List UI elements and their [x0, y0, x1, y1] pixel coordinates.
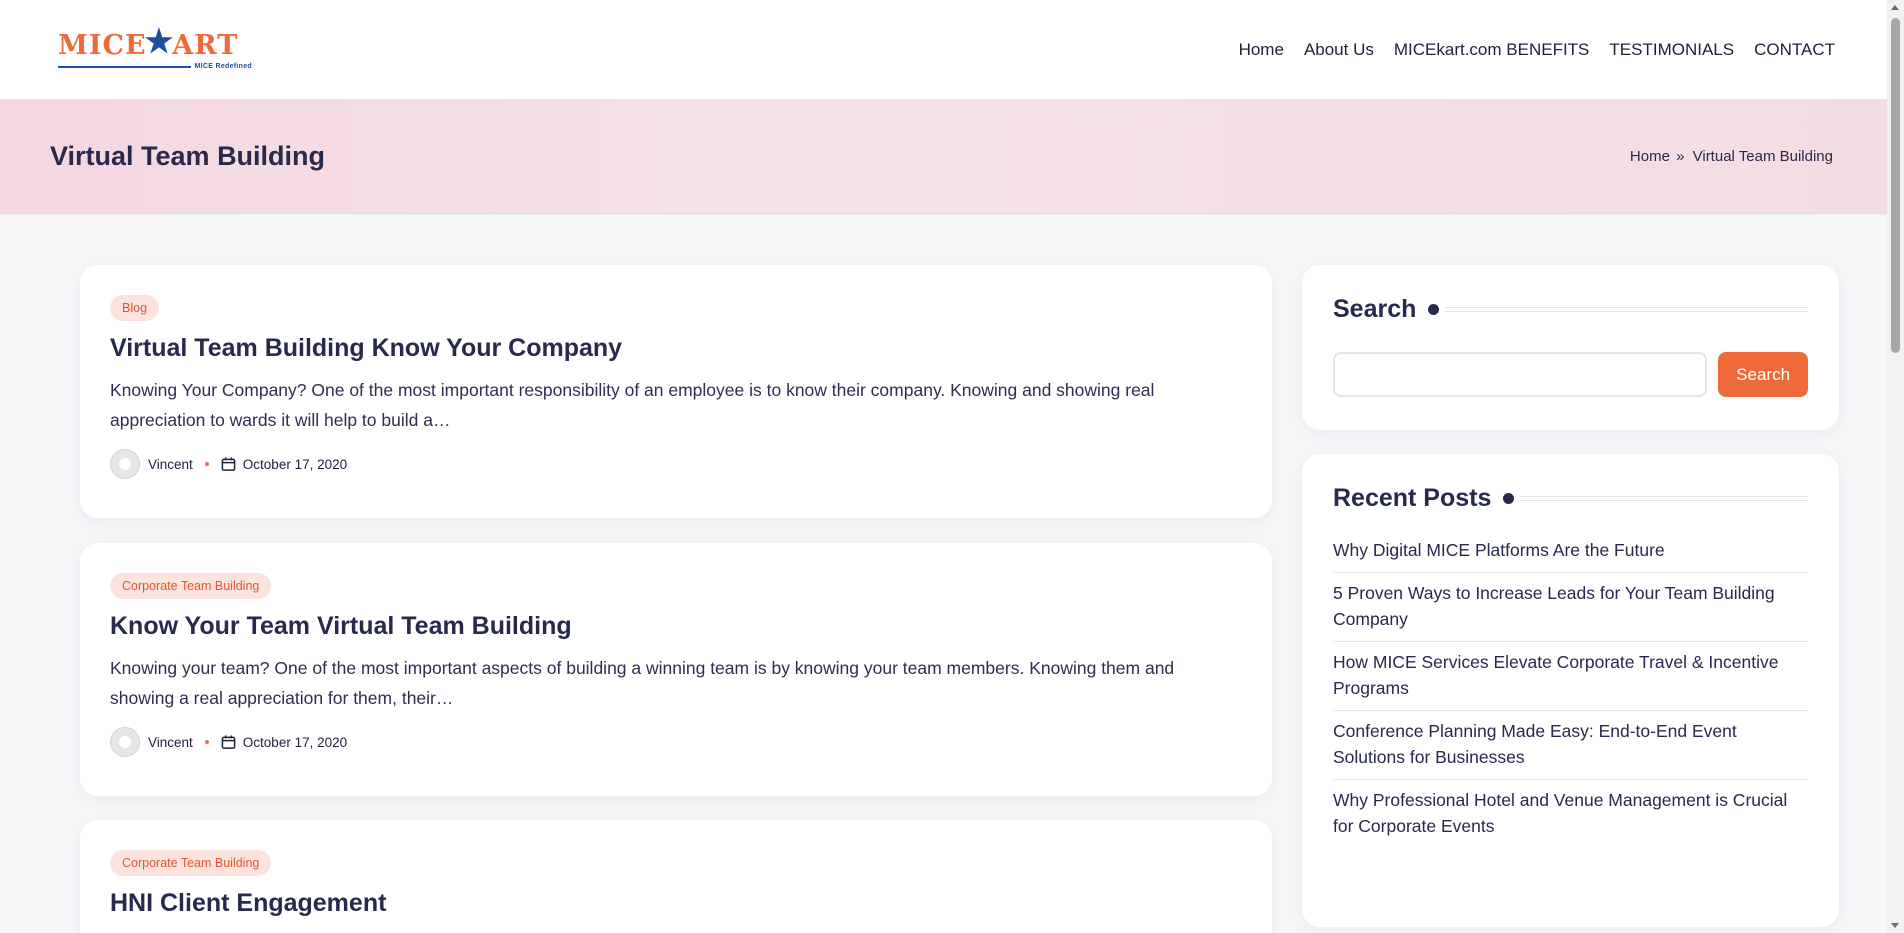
recent-post-link[interactable]: How MICE Services Elevate Corporate Trav…: [1333, 642, 1808, 710]
post-excerpt: Knowing Your Company? One of the most im…: [110, 380, 1155, 430]
list-item: 5 Proven Ways to Increase Leads for Your…: [1333, 573, 1808, 642]
logo-figure-icon: ★: [144, 22, 175, 60]
widget-title-row: Recent Posts: [1333, 484, 1808, 513]
recent-post-link[interactable]: Conference Planning Made Easy: End-to-En…: [1333, 711, 1808, 779]
nav-contact[interactable]: CONTACT: [1754, 40, 1835, 60]
post-author[interactable]: Vincent: [148, 735, 193, 750]
author-avatar: [110, 449, 140, 479]
page-scrollbar[interactable]: [1887, 0, 1904, 933]
scroll-up-icon[interactable]: [1891, 5, 1899, 10]
page-banner: Virtual Team Building Home » Virtual Tea…: [0, 99, 1887, 214]
logo-text-right: ART: [172, 29, 239, 61]
breadcrumb-current: Virtual Team Building: [1692, 147, 1833, 165]
widget-title: Recent Posts: [1333, 484, 1492, 512]
post-category-badge[interactable]: Corporate Team Building: [110, 850, 272, 876]
search-form: Search: [1333, 352, 1808, 397]
title-dot: [1428, 304, 1440, 315]
list-item: Why Professional Hotel and Venue Managem…: [1333, 780, 1808, 848]
title-divider: [1445, 307, 1808, 312]
meta-separator-dot: [204, 462, 209, 466]
nav-benefits[interactable]: MICEkart.com BENEFITS: [1394, 40, 1590, 60]
list-item: Conference Planning Made Easy: End-to-En…: [1333, 711, 1808, 780]
search-button[interactable]: Search: [1718, 352, 1808, 397]
post-title[interactable]: Know Your Team Virtual Team Building: [110, 611, 1242, 641]
meta-separator-dot: [204, 740, 209, 744]
list-item: Why Digital MICE Platforms Are the Futur…: [1333, 537, 1808, 573]
recent-post-link[interactable]: Why Professional Hotel and Venue Managem…: [1333, 780, 1808, 848]
post-title[interactable]: HNI Client Engagement: [110, 888, 1242, 918]
main-nav: Home About Us MICEkart.com BENEFITS TEST…: [1219, 40, 1835, 60]
title-divider: [1520, 496, 1808, 501]
post-card: Corporate Team Building Know Your Team V…: [80, 543, 1272, 796]
logo-tagline: MICE Redefined: [194, 63, 252, 70]
post-category-badge[interactable]: Blog: [110, 295, 160, 321]
nav-home[interactable]: Home: [1239, 40, 1284, 60]
logo-wordmark: MICE ★ ART: [58, 25, 239, 61]
scrollbar-thumb[interactable]: [1891, 18, 1900, 353]
logo-text-left: MICE: [58, 29, 147, 61]
author-avatar: [110, 727, 140, 757]
post-title[interactable]: Virtual Team Building Know Your Company: [110, 333, 1242, 363]
post-meta: Vincent October 17, 2020: [110, 449, 1242, 479]
page-title: Virtual Team Building: [50, 140, 326, 171]
breadcrumb: Home » Virtual Team Building: [1630, 148, 1835, 165]
nav-about-us[interactable]: About Us: [1304, 40, 1374, 60]
list-item: How MICE Services Elevate Corporate Trav…: [1333, 642, 1808, 711]
search-input[interactable]: [1333, 352, 1708, 397]
post-card: Corporate Team Building HNI Client Engag…: [80, 820, 1272, 933]
search-widget: Search Search: [1302, 265, 1839, 430]
site-logo[interactable]: MICE ★ ART MICE Redefined: [58, 25, 252, 70]
widget-title-row: Search: [1333, 295, 1808, 324]
site-header: MICE ★ ART MICE Redefined Home About Us …: [0, 0, 1887, 99]
recent-posts-list: Why Digital MICE Platforms Are the Futur…: [1333, 537, 1808, 848]
post-category-badge[interactable]: Corporate Team Building: [110, 573, 272, 599]
breadcrumb-home[interactable]: Home: [1630, 148, 1670, 165]
post-author[interactable]: Vincent: [148, 457, 193, 472]
title-dot: [1503, 493, 1515, 504]
post-card: Blog Virtual Team Building Know Your Com…: [80, 265, 1272, 518]
recent-posts-widget: Recent Posts Why Digital MICE Platforms …: [1302, 454, 1839, 927]
recent-post-link[interactable]: Why Digital MICE Platforms Are the Futur…: [1333, 537, 1808, 572]
nav-testimonials[interactable]: TESTIMONIALS: [1609, 40, 1734, 60]
post-excerpt: Knowing your team? One of the most impor…: [110, 658, 1175, 708]
logo-underline: MICE Redefined: [58, 63, 252, 70]
post-meta: Vincent October 17, 2020: [110, 727, 1242, 757]
breadcrumb-separator: »: [1676, 147, 1685, 165]
recent-post-link[interactable]: 5 Proven Ways to Increase Leads for Your…: [1333, 573, 1808, 641]
post-date: October 17, 2020: [242, 734, 348, 750]
calendar-icon: [221, 457, 236, 471]
widget-title: Search: [1333, 295, 1417, 323]
calendar-icon: [221, 735, 236, 749]
post-date: October 17, 2020: [242, 456, 348, 472]
scroll-down-icon[interactable]: [1891, 923, 1899, 928]
